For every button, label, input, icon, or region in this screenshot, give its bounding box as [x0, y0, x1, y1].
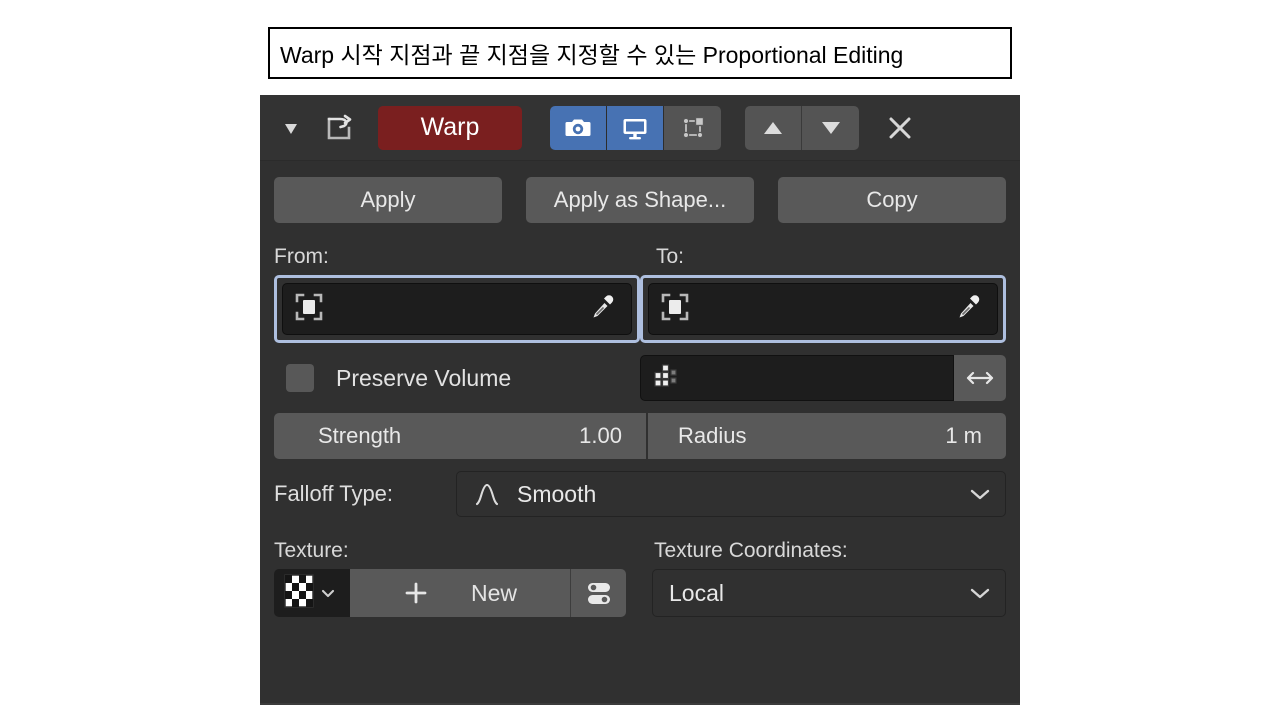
object-data-icon: [293, 291, 325, 328]
caption-box: Warp 시작 지점과 끝 지점을 지정할 수 있는 Proportional …: [268, 27, 1012, 79]
smooth-falloff-curve-icon: [473, 481, 501, 507]
vertex-group-wrap: [640, 355, 1006, 401]
falloff-type-label: Falloff Type:: [274, 481, 394, 506]
to-highlight-box: [640, 275, 1006, 343]
caption-text: Warp 시작 지점과 끝 지점을 지정할 수 있는 Proportional …: [280, 42, 904, 68]
apply-as-shape-button[interactable]: Apply as Shape...: [526, 177, 754, 223]
chevron-down-icon: [969, 487, 991, 501]
apply-button-label: Apply: [360, 187, 416, 212]
slider-row: Strength 1.00 Radius 1 m: [274, 413, 1006, 459]
texture-properties-icon[interactable]: [570, 569, 626, 617]
from-object-field[interactable]: [282, 283, 632, 335]
close-x-icon[interactable]: [877, 106, 923, 150]
preserve-volume-row: Preserve Volume: [274, 355, 1006, 401]
strength-slider[interactable]: Strength 1.00: [274, 413, 646, 459]
chevron-down-icon: [969, 586, 991, 600]
texture-selector-group: New: [274, 569, 626, 617]
display-toggle-group: [550, 105, 721, 150]
copy-button-label: Copy: [866, 187, 918, 212]
texture-coordinates-value: Local: [669, 579, 724, 606]
texture-browse-button[interactable]: [274, 569, 350, 617]
eyedropper-icon[interactable]: [953, 291, 985, 328]
texture-label-row: Texture: Texture Coordinates:: [274, 539, 1006, 563]
from-label: From:: [274, 245, 329, 268]
texture-coordinates-dropdown[interactable]: Local: [652, 569, 1006, 617]
modifier-body: Apply Apply as Shape... Copy From: To: P…: [260, 161, 1020, 617]
preserve-volume-checkbox[interactable]: [286, 364, 314, 392]
viewport-toggle[interactable]: [607, 105, 664, 150]
modifier-name-text: Warp: [420, 113, 480, 141]
strength-value: 1.00: [579, 423, 622, 448]
eyedropper-icon[interactable]: [587, 291, 619, 328]
action-button-row: Apply Apply as Shape... Copy: [274, 177, 1006, 223]
vertex-group-field[interactable]: [640, 355, 954, 401]
move-up-button[interactable]: [745, 105, 802, 150]
move-down-button[interactable]: [802, 105, 859, 150]
apply-button[interactable]: Apply: [274, 177, 502, 223]
modifier-header: Warp: [260, 95, 1020, 161]
screenshot-root: Warp 시작 지점과 끝 지점을 지정할 수 있는 Proportional …: [0, 0, 1280, 720]
preserve-volume-label: Preserve Volume: [336, 364, 512, 391]
falloff-type-dropdown[interactable]: Smooth: [456, 471, 1006, 517]
edit-mode-toggle[interactable]: [664, 105, 721, 150]
render-toggle[interactable]: [550, 105, 607, 150]
strength-label: Strength: [318, 423, 402, 448]
chevron-down-icon: [320, 587, 336, 599]
move-buttons-group: [745, 105, 859, 150]
texture-label: Texture:: [274, 539, 349, 562]
radius-value: 1 m: [945, 423, 982, 448]
radius-label: Radius: [678, 423, 747, 448]
texture-coordinates-label: Texture Coordinates:: [654, 539, 848, 562]
new-texture-button[interactable]: New: [350, 569, 570, 617]
radius-slider[interactable]: Radius 1 m: [648, 413, 1006, 459]
falloff-row: Falloff Type: Smooth: [274, 471, 1006, 517]
warp-modifier-panel: Warp Apply Apply as Shape... Copy From: …: [260, 95, 1020, 705]
apply-as-shape-button-label: Apply as Shape...: [553, 187, 727, 212]
texture-checker-icon: [282, 572, 316, 615]
object-data-icon: [659, 291, 691, 328]
from-to-picker-row: [274, 275, 1006, 343]
modifier-name-field[interactable]: Warp: [378, 105, 522, 150]
to-object-field[interactable]: [648, 283, 998, 335]
copy-button[interactable]: Copy: [778, 177, 1006, 223]
texture-row: New Local: [274, 569, 1006, 617]
triangle-down-icon[interactable]: [276, 113, 306, 143]
vertex-group-icon: [651, 361, 681, 396]
from-highlight-box: [274, 275, 640, 343]
to-label: To:: [656, 245, 685, 268]
plus-icon: [403, 580, 429, 606]
from-to-label-row: From: To:: [274, 245, 1006, 269]
invert-arrows-icon[interactable]: [954, 355, 1006, 401]
new-texture-label: New: [470, 579, 517, 606]
warp-modifier-icon: [316, 108, 362, 148]
falloff-type-value: Smooth: [517, 480, 597, 507]
